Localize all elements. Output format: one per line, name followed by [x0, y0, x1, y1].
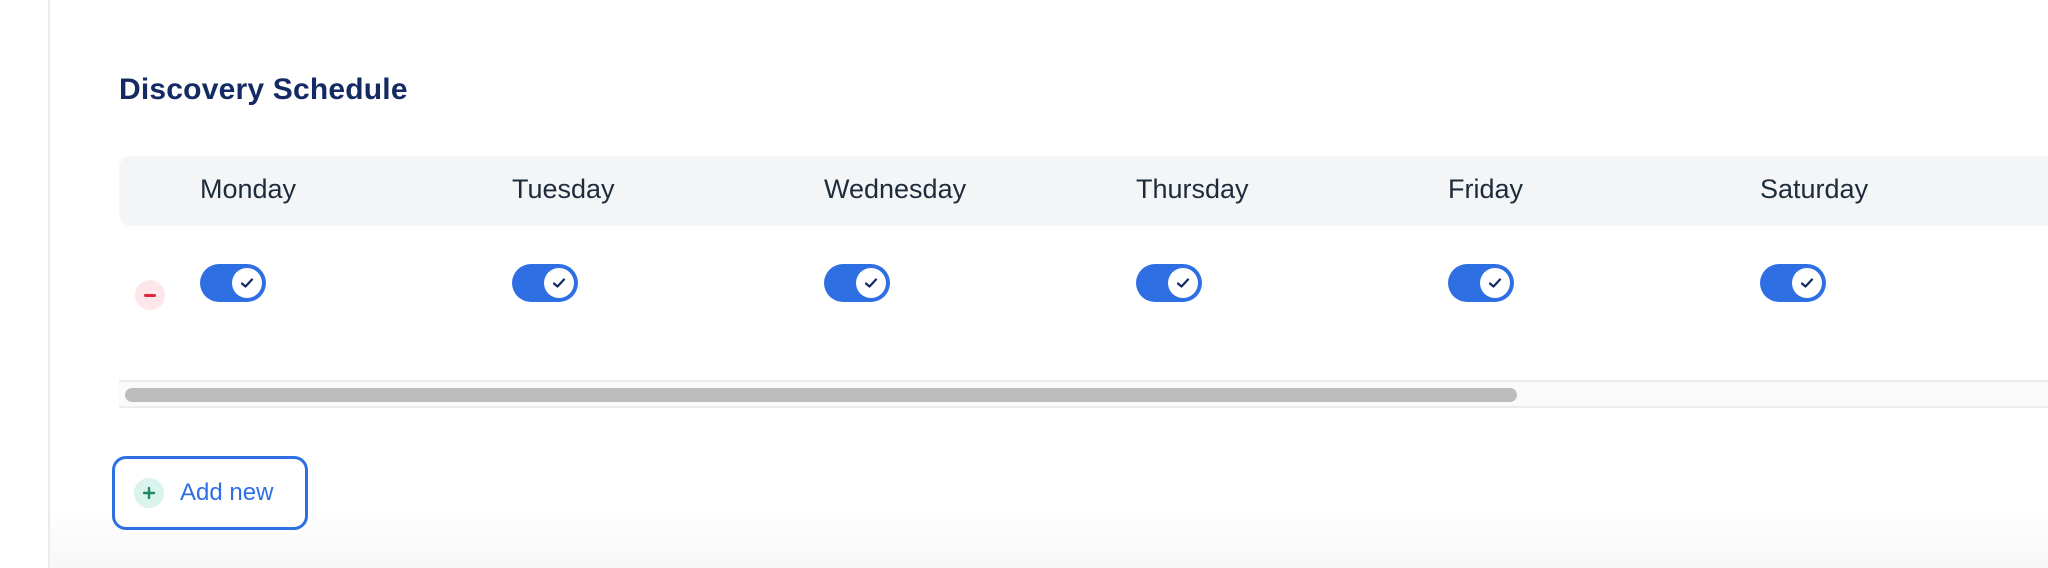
toggle-thursday[interactable] — [1136, 264, 1202, 302]
day-header-monday: Monday — [200, 174, 297, 204]
remove-row-button[interactable] — [135, 280, 165, 310]
day-header-tuesday: Tuesday — [512, 174, 615, 204]
left-divider — [48, 0, 50, 568]
day-header-wednesday: Wednesday — [824, 174, 967, 204]
check-icon — [1800, 278, 1814, 288]
check-icon — [1176, 278, 1190, 288]
toggle-wednesday[interactable] — [824, 264, 890, 302]
scrollbar-thumb[interactable] — [125, 388, 1517, 402]
plus-icon — [134, 478, 164, 508]
section-title: Discovery Schedule — [119, 73, 408, 106]
toggle-friday[interactable] — [1448, 264, 1514, 302]
schedule-header-row: Monday Tuesday Wednesday Thursday Friday… — [119, 156, 2048, 226]
toggle-saturday[interactable] — [1760, 264, 1826, 302]
minus-icon — [144, 293, 156, 297]
check-icon — [1488, 278, 1502, 288]
toggle-knob — [1480, 268, 1510, 298]
toggle-knob — [232, 268, 262, 298]
toggle-knob — [544, 268, 574, 298]
toggle-knob — [1168, 268, 1198, 298]
check-icon — [240, 278, 254, 288]
check-icon — [864, 278, 878, 288]
day-header-friday: Friday — [1448, 174, 1524, 204]
check-icon — [552, 278, 566, 288]
add-new-button[interactable]: Add new — [112, 456, 308, 530]
day-header-thursday: Thursday — [1136, 174, 1249, 204]
toggle-knob — [1792, 268, 1822, 298]
toggle-tuesday[interactable] — [512, 264, 578, 302]
toggle-monday[interactable] — [200, 264, 266, 302]
schedule-table: Monday Tuesday Wednesday Thursday Friday… — [119, 156, 2048, 408]
horizontal-scrollbar[interactable] — [119, 380, 2048, 408]
bottom-fade — [50, 508, 2048, 568]
add-new-label: Add new — [180, 479, 274, 506]
day-header-saturday: Saturday — [1760, 174, 1869, 204]
toggle-knob — [856, 268, 886, 298]
